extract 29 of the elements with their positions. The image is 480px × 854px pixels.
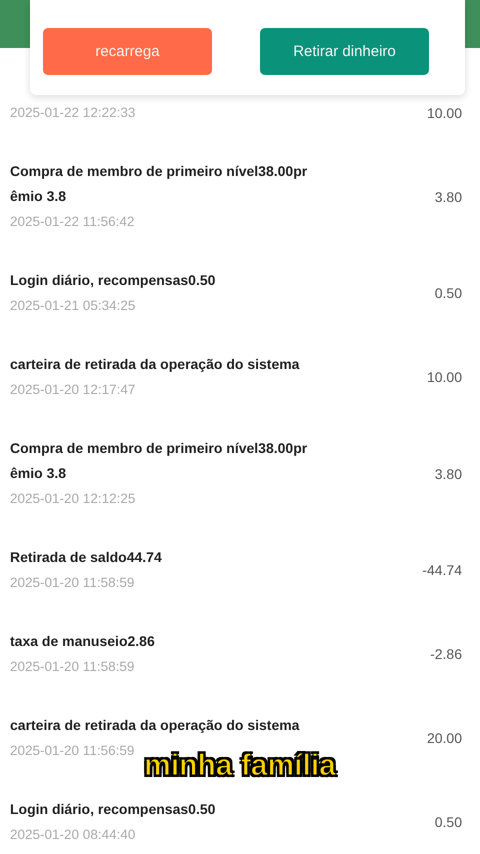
record-date: 2025-01-22 12:22:33 — [10, 104, 136, 122]
record-title: Compra de membro de primeiro nível38.00prêmio 3.8 — [10, 439, 308, 483]
video-caption: minha família — [144, 750, 336, 782]
record-date: 2025-01-20 11:58:59 — [10, 658, 136, 676]
record-title: Login diário, recompensas0.50 — [10, 271, 216, 290]
record-amount: 20.00 — [426, 730, 462, 746]
action-button[interactable]: recarrega — [43, 28, 212, 75]
record-date: 2025-01-20 12:12:25 — [10, 490, 136, 508]
record-title: carteira de retirada da operação do sistema — [10, 716, 300, 735]
record-title: taxa de manuseio2.86 — [10, 632, 156, 651]
record-date: 2025-01-20 11:58:59 — [10, 574, 136, 592]
record-amount: 0.50 — [434, 814, 462, 830]
record-amount: 10.00 — [426, 104, 462, 120]
record-title: carteira de retirada da operação do sistema — [10, 355, 300, 374]
record-date: 2025-01-20 12:17:47 — [10, 381, 136, 399]
action-button[interactable]: Retirar dinheiro — [260, 28, 429, 75]
record-amount: 3.80 — [434, 188, 462, 204]
record-amount: 10.00 — [426, 369, 462, 385]
record-amount: 3.80 — [434, 466, 462, 482]
record-title: Compra de membro de primeiro nível38.00prêmio 3.8 — [10, 162, 308, 206]
record-date: 2025-01-22 11:56:42 — [10, 213, 136, 231]
record-amount: -44.74 — [422, 562, 462, 578]
record-date: 2025-01-20 11:56:59 — [10, 742, 136, 760]
record-date: 2025-01-20 08:44:40 — [10, 826, 136, 844]
record-title: Retirada de saldo44.74 — [10, 548, 163, 567]
record-amount: 0.50 — [434, 285, 462, 301]
record-amount: -2.86 — [430, 646, 462, 662]
record-title: Login diário, recompensas0.50 — [10, 800, 216, 819]
record-date: 2025-01-21 05:34:25 — [10, 297, 136, 315]
